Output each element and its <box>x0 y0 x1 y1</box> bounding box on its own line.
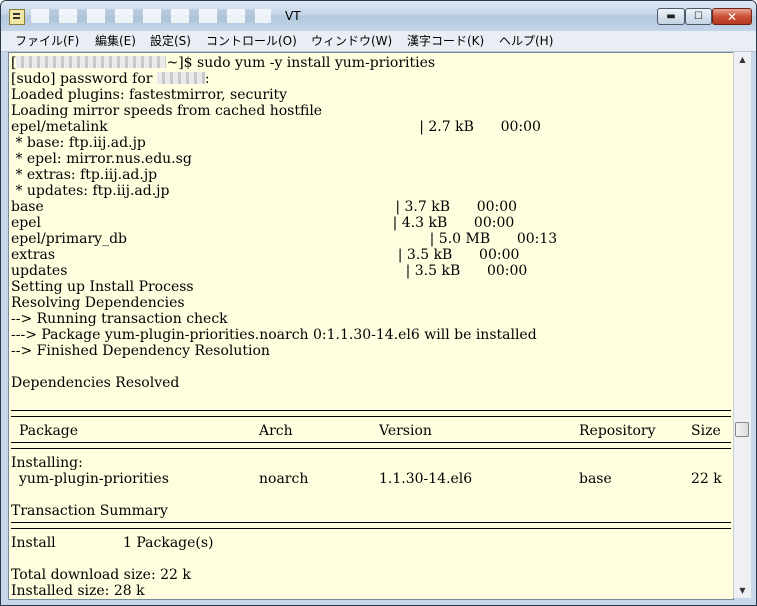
separator-double-rule <box>11 442 731 449</box>
sudo-prompt-end: : <box>204 71 210 87</box>
redacted-user-host <box>16 56 167 68</box>
output-line: * base: ftp.iij.ad.jp <box>11 135 146 151</box>
output-line: ---> Package yum-plugin-priorities.noarc… <box>11 327 537 343</box>
redacted-host-title <box>31 9 271 23</box>
row-package: yum-plugin-priorities <box>19 471 169 487</box>
header-repository: Repository <box>579 423 656 439</box>
output-line: --> Finished Dependency Resolution <box>11 343 270 359</box>
output-line: Setting up Install Process <box>11 279 194 295</box>
row-arch: noarch <box>259 471 309 487</box>
output-line: epel/metalink | 2.7 kB 00:00 <box>11 119 541 135</box>
maximize-icon: ☐ <box>694 11 703 22</box>
install-count: 1 Package(s) <box>123 535 214 551</box>
output-line: updates | 3.5 kB 00:00 <box>11 263 528 279</box>
close-button[interactable]: ✕ <box>712 8 752 25</box>
installed-size-line: Installed size: 28 k <box>11 583 145 599</box>
command-text: ~]$ sudo yum -y install yum-priorities <box>166 55 436 71</box>
row-version: 1.1.30-14.el6 <box>379 471 473 487</box>
terminal-app-icon[interactable] <box>9 9 25 25</box>
output-line: Resolving Dependencies <box>11 295 185 311</box>
output-line: base | 3.7 kB 00:00 <box>11 199 518 215</box>
installing-label: Installing: <box>11 455 83 471</box>
menu-file[interactable]: ファイル(F) <box>15 31 79 51</box>
output-line: Loading mirror speeds from cached hostfi… <box>11 103 323 119</box>
header-arch: Arch <box>259 423 293 439</box>
menu-help[interactable]: ヘルプ(H) <box>499 31 553 51</box>
sudo-password-line: [sudo] password for : <box>11 71 210 87</box>
row-size: 22 k <box>691 471 722 487</box>
output-line: --> Running transaction check <box>11 311 228 327</box>
menu-control[interactable]: コントロール(O) <box>206 31 297 51</box>
menu-edit[interactable]: 編集(E) <box>95 31 136 51</box>
title-bar[interactable]: VT ▬ ☐ ✕ <box>1 1 756 31</box>
row-repository: base <box>579 471 612 487</box>
minimize-icon: ▬ <box>666 11 676 22</box>
download-size-line: Total download size: 22 k <box>11 567 191 583</box>
separator-double-rule <box>11 522 731 529</box>
output-line: * epel: mirror.nus.edu.sg <box>11 151 192 167</box>
summary-title: Transaction Summary <box>11 503 168 519</box>
output-line: epel/primary_db | 5.0 MB 00:13 <box>11 231 558 247</box>
scroll-up-arrow-icon[interactable]: ▲ <box>734 52 751 67</box>
menu-kanji-code[interactable]: 漢字コード(K) <box>407 31 484 51</box>
header-package: Package <box>19 423 79 439</box>
output-line: Loaded plugins: fastestmirror, security <box>11 87 288 103</box>
sudo-prompt-text: [sudo] password for <box>11 71 157 87</box>
menu-bar: ファイル(F) 編集(E) 設定(S) コントロール(O) ウィンドウ(W) 漢… <box>1 31 756 52</box>
output-line: * updates: ftp.iij.ad.jp <box>11 183 170 199</box>
output-line: * extras: ftp.iij.ad.jp <box>11 167 158 183</box>
menu-settings[interactable]: 設定(S) <box>150 31 191 51</box>
command-line: [~]$ sudo yum -y install yum-priorities <box>11 55 435 71</box>
separator-double-rule <box>11 410 731 417</box>
install-label: Install <box>11 535 56 551</box>
window-title: VT <box>285 9 301 23</box>
output-line: Dependencies Resolved <box>11 375 180 391</box>
output-line: extras | 3.5 kB 00:00 <box>11 247 520 263</box>
maximize-button[interactable]: ☐ <box>685 8 712 25</box>
menu-window[interactable]: ウィンドウ(W) <box>311 31 392 51</box>
output-line: epel | 4.3 kB 00:00 <box>11 215 515 231</box>
header-version: Version <box>379 423 432 439</box>
close-icon: ✕ <box>726 10 738 24</box>
minimize-button[interactable]: ▬ <box>657 8 685 25</box>
redacted-username <box>156 72 205 84</box>
scroll-thumb[interactable] <box>735 422 749 437</box>
terminal-screen[interactable]: [~]$ sudo yum -y install yum-priorities … <box>8 52 734 600</box>
scroll-down-arrow-icon[interactable]: ▼ <box>734 583 751 598</box>
terminal-window: VT ▬ ☐ ✕ ファイル(F) 編集(E) 設定(S) コントロール(O) ウ… <box>0 0 757 606</box>
vertical-scrollbar[interactable]: ▲ ▼ <box>733 52 751 598</box>
header-size: Size <box>691 423 721 439</box>
